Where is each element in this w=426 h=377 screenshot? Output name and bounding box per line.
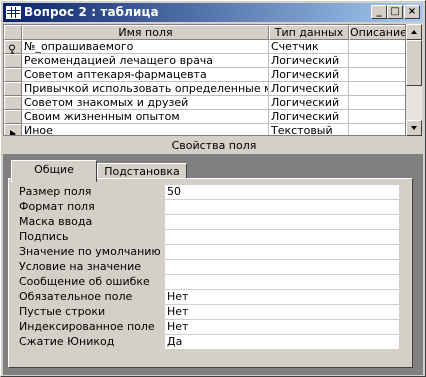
property-value-allow-zero-length[interactable]: Нет — [165, 305, 399, 319]
row-selector[interactable] — [4, 110, 22, 124]
description-cell[interactable] — [349, 40, 405, 54]
property-label: Подпись — [19, 230, 69, 243]
tab-general[interactable]: Общие — [11, 160, 97, 182]
window-title: Вопрос 2 : таблица — [24, 5, 159, 19]
property-label: Размер поля — [19, 185, 92, 198]
property-label: Условие на значение — [19, 260, 141, 273]
scroll-down-arrow-icon — [411, 126, 417, 130]
row-selector[interactable] — [4, 54, 22, 68]
close-button[interactable]: × — [404, 5, 420, 19]
row-selector[interactable] — [4, 124, 22, 135]
property-value-validation-text[interactable] — [165, 275, 399, 289]
property-value-validation-rule[interactable] — [165, 260, 399, 274]
scroll-down-button[interactable] — [406, 120, 422, 136]
column-header-field-name[interactable]: Имя поля — [22, 25, 269, 40]
minimize-button[interactable]: _ — [371, 5, 387, 19]
scroll-up-arrow-icon — [411, 30, 417, 34]
scroll-thumb[interactable] — [406, 40, 422, 86]
field-grid[interactable]: Имя поля Тип данных Описание №_опрашивае… — [3, 24, 406, 136]
property-label: Пустые строки — [19, 305, 106, 318]
property-label: Маска ввода — [19, 215, 93, 228]
data-type-cell[interactable]: Логический — [269, 54, 349, 68]
column-header-description[interactable]: Описание — [349, 25, 405, 40]
property-label: Значение по умолчанию — [19, 245, 161, 258]
property-label: Индексированное поле — [19, 320, 155, 333]
maximize-button[interactable]: □ — [387, 5, 403, 19]
title-bar[interactable]: Вопрос 2 : таблица _ □ × — [3, 3, 423, 22]
property-value-unicode-compression[interactable]: Да — [165, 335, 399, 349]
table-design-window: Вопрос 2 : таблица _ □ × Имя поля Тип да… — [0, 0, 426, 377]
property-label: Обязательное поле — [19, 290, 133, 303]
property-value-caption[interactable] — [165, 230, 399, 244]
field-name-cell[interactable]: Советом знакомых и друзей — [22, 96, 269, 110]
data-type-cell[interactable]: Счетчик — [269, 40, 349, 54]
property-value-format[interactable] — [165, 200, 399, 214]
scroll-up-button[interactable] — [406, 24, 422, 40]
description-cell[interactable] — [349, 82, 405, 96]
table-icon — [6, 6, 21, 19]
field-properties-title: Свойства поля — [171, 139, 257, 152]
description-cell[interactable] — [349, 110, 405, 124]
field-name-cell[interactable]: №_опрашиваемого — [22, 40, 269, 54]
description-cell[interactable] — [349, 124, 405, 135]
vertical-scrollbar[interactable] — [406, 24, 422, 136]
row-selector[interactable] — [4, 82, 22, 96]
property-label: Формат поля — [19, 200, 95, 213]
data-type-cell[interactable]: Логический — [269, 110, 349, 124]
row-selector[interactable] — [4, 96, 22, 110]
field-name-cell[interactable]: Своим жизненным опытом — [22, 110, 269, 124]
property-value-field-size[interactable]: 50 — [165, 185, 399, 199]
data-type-cell[interactable]: Текстовый — [269, 124, 349, 135]
description-cell[interactable] — [349, 68, 405, 82]
data-type-cell[interactable]: Логический — [269, 82, 349, 96]
description-cell[interactable] — [349, 96, 405, 110]
property-value-indexed[interactable]: Нет — [165, 320, 399, 334]
field-name-cell[interactable]: Иное — [22, 124, 269, 135]
field-name-cell[interactable]: Привычкой использовать определенные марк… — [22, 82, 269, 96]
row-selector[interactable] — [4, 68, 22, 82]
row-selector[interactable] — [4, 40, 22, 56]
field-name-cell[interactable]: Советом аптекаря-фармацевта — [22, 68, 269, 82]
field-properties-panel: Общие Подстановка Размер поля 50 Формат … — [3, 154, 423, 375]
property-value-default[interactable] — [165, 245, 399, 259]
property-label: Сжатие Юникод — [19, 335, 115, 348]
description-cell[interactable] — [349, 54, 405, 68]
data-type-cell[interactable]: Логический — [269, 96, 349, 110]
grid-corner — [4, 25, 22, 40]
data-type-cell[interactable]: Логический — [269, 68, 349, 82]
property-value-required[interactable]: Нет — [165, 290, 399, 304]
current-row-arrow-icon — [10, 130, 16, 135]
field-name-cell[interactable]: Рекомендацией лечащего врача — [22, 54, 269, 68]
property-label: Сообщение об ошибке — [19, 275, 150, 288]
general-tab-content: Размер поля 50 Формат поля Маска ввода П… — [8, 178, 413, 368]
column-header-data-type[interactable]: Тип данных — [269, 25, 349, 40]
property-value-input-mask[interactable] — [165, 215, 399, 229]
